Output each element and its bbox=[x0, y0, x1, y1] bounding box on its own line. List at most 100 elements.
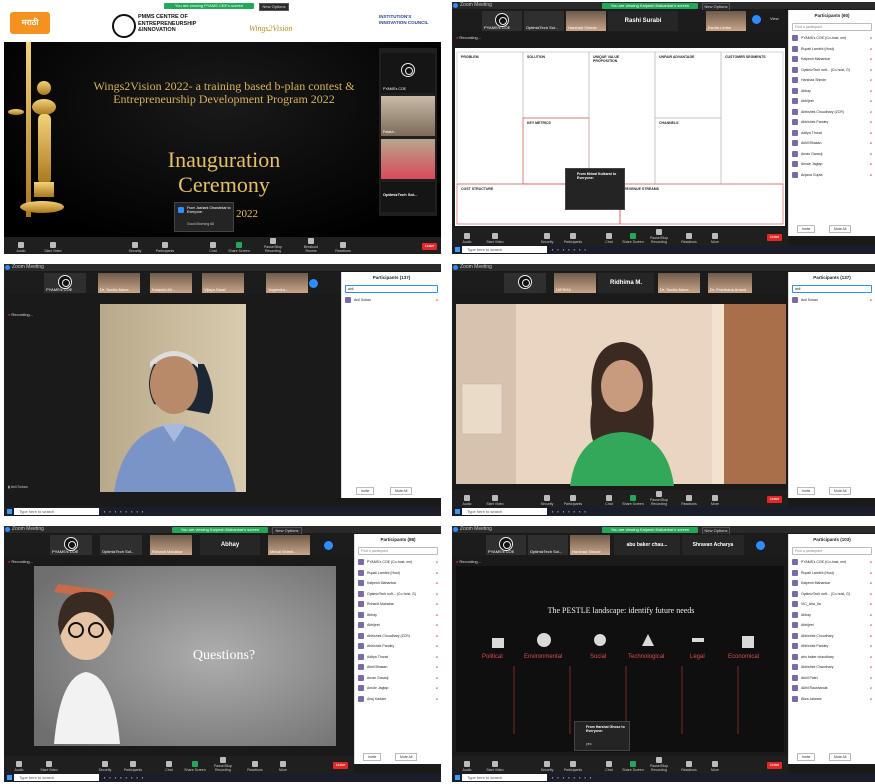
invite-button[interactable]: Invite bbox=[797, 225, 816, 233]
sidebar-tile-optimiztech[interactable]: OptimizTech Sol... bbox=[381, 182, 435, 212]
mute-all-button[interactable]: Mute All bbox=[829, 487, 852, 495]
muted-mic-icon[interactable]: ⌀ bbox=[870, 173, 872, 177]
windows-start-icon[interactable] bbox=[7, 775, 12, 780]
participant-row[interactable]: VIC_Aha_ba ⌀ bbox=[789, 599, 875, 610]
participant-row[interactable]: Amole Jagtap ⌀ bbox=[355, 683, 441, 694]
reactions-button[interactable]: Reactions bbox=[678, 495, 700, 506]
participant-row[interactable]: Akhil Bhasan ⌀ bbox=[355, 662, 441, 673]
windows-start-icon[interactable] bbox=[455, 509, 460, 514]
muted-mic-icon[interactable]: ⌀ bbox=[870, 665, 872, 669]
more-button[interactable]: More bbox=[704, 233, 726, 244]
participant-row[interactable]: OptimizTech soft... (Co-host, G) ⌀ bbox=[355, 589, 441, 600]
chat-button[interactable]: Chat bbox=[598, 761, 620, 772]
muted-mic-icon[interactable]: ⌀ bbox=[870, 131, 872, 135]
participant-row[interactable]: Abhishek Chaudhary ⌀ bbox=[789, 662, 875, 673]
start-video-button[interactable]: Start Video bbox=[484, 233, 506, 244]
muted-mic-icon[interactable]: ⌀ bbox=[436, 676, 438, 680]
more-button[interactable]: More bbox=[704, 495, 726, 506]
participant-search[interactable]: anil bbox=[792, 285, 872, 293]
participant-row[interactable]: Akhil Bhasan ⌀ bbox=[789, 138, 875, 149]
share-screen-button[interactable]: Share Screen bbox=[622, 233, 644, 244]
muted-mic-icon[interactable]: ⌀ bbox=[870, 47, 872, 51]
muted-mic-icon[interactable]: ⌀ bbox=[436, 613, 438, 617]
participant-row[interactable]: Abhay ⌀ bbox=[355, 610, 441, 621]
muted-mic-icon[interactable]: ⌀ bbox=[870, 676, 872, 680]
leave-button[interactable]: Leave bbox=[767, 762, 782, 769]
participant-row[interactable]: PYAMS's COE (Co-host, me) ⌀ bbox=[355, 557, 441, 568]
taskbar-app-icons[interactable]: ▪▪▪▪▪▪▪▪ bbox=[104, 509, 147, 514]
participant-row[interactable]: Harshad Shinde ⌀ bbox=[789, 75, 875, 86]
muted-mic-icon[interactable]: ⌀ bbox=[870, 68, 872, 72]
participant-row[interactable]: Aliza Jatwani ⌀ bbox=[789, 694, 875, 705]
participant-row[interactable]: Anjana Gupta ⌀ bbox=[789, 170, 875, 181]
participant-row[interactable]: Kalpesh Mahankar ⌀ bbox=[355, 578, 441, 589]
participant-row[interactable]: OptimizTech soft... (Co-host, G) ⌀ bbox=[789, 65, 875, 76]
muted-mic-icon[interactable]: ⌀ bbox=[870, 634, 872, 638]
participant-row[interactable]: Abhijeet ⌀ bbox=[789, 620, 875, 631]
muted-mic-icon[interactable]: ⌀ bbox=[436, 581, 438, 585]
share-screen-button[interactable]: Share Screen bbox=[184, 761, 206, 772]
security-button[interactable]: Security bbox=[536, 761, 558, 772]
taskbar-search[interactable]: Type here to search bbox=[462, 246, 547, 253]
participant-row[interactable]: PYAMS's COE (Co-host, me) ⌀ bbox=[789, 33, 875, 44]
muted-mic-icon[interactable]: ⌀ bbox=[870, 581, 872, 585]
participant-row[interactable]: Abhishek Choudhary (ZCR) ⌀ bbox=[789, 107, 875, 118]
taskbar-search[interactable]: Type here to search bbox=[462, 508, 547, 515]
more-button[interactable]: More bbox=[704, 761, 726, 772]
participant-row[interactable]: Abhay ⌀ bbox=[789, 86, 875, 97]
participant-row[interactable]: Amole Jagtap ⌀ bbox=[789, 159, 875, 170]
participant-row[interactable]: Aman Garanji ⌀ bbox=[789, 149, 875, 160]
participants-button[interactable]: Participants bbox=[562, 233, 584, 244]
muted-mic-icon[interactable]: ⌀ bbox=[436, 592, 438, 596]
mute-all-button[interactable]: Mute All bbox=[395, 753, 418, 761]
muted-mic-icon[interactable]: ⌀ bbox=[870, 99, 872, 103]
muted-mic-icon[interactable]: ⌀ bbox=[870, 298, 872, 302]
start-video-button[interactable]: Start Video bbox=[484, 761, 506, 772]
muted-mic-icon[interactable]: ⌀ bbox=[436, 571, 438, 575]
muted-mic-icon[interactable]: ⌀ bbox=[870, 78, 872, 82]
chat-button[interactable]: Chat bbox=[598, 495, 620, 506]
sidebar-tile-speaker-2[interactable] bbox=[381, 139, 435, 179]
muted-mic-icon[interactable]: ⌀ bbox=[436, 298, 438, 302]
audio-button[interactable]: Audio bbox=[456, 233, 478, 244]
chat-popup[interactable]: From Mrinal Kulkarni to Everyone: bbox=[565, 168, 625, 210]
participant-row[interactable]: Rohanit Mahabar ⌀ bbox=[355, 599, 441, 610]
windows-start-icon[interactable] bbox=[7, 509, 12, 514]
taskbar-app-icons[interactable]: ▪▪▪▪▪▪▪▪ bbox=[552, 775, 595, 780]
participant-row[interactable]: abu baker chaudhary ⌀ bbox=[789, 652, 875, 663]
more-button[interactable]: More bbox=[272, 761, 294, 772]
taskbar-search[interactable]: Type here to search bbox=[462, 774, 547, 781]
reactions-button[interactable]: Reactions bbox=[244, 761, 266, 772]
muted-mic-icon[interactable]: ⌀ bbox=[870, 697, 872, 701]
participant-search[interactable]: Find a participant bbox=[358, 547, 438, 555]
leave-button[interactable]: Leave bbox=[422, 243, 437, 250]
muted-mic-icon[interactable]: ⌀ bbox=[870, 110, 872, 114]
participants-button[interactable]: Participants bbox=[562, 495, 584, 506]
muted-mic-icon[interactable]: ⌀ bbox=[436, 697, 438, 701]
chat-button[interactable]: Chat bbox=[158, 761, 180, 772]
participant-row[interactable]: Abhijeet ⌀ bbox=[789, 96, 875, 107]
recording-button[interactable]: Pause/Stop Recording bbox=[648, 757, 670, 772]
muted-mic-icon[interactable]: ⌀ bbox=[870, 152, 872, 156]
start-video-button[interactable]: Start Video bbox=[38, 761, 60, 772]
participant-row[interactable]: Aditya Thorat ⌀ bbox=[355, 652, 441, 663]
chat-button[interactable]: Chat bbox=[202, 242, 224, 253]
breakout-rooms-button[interactable]: Breakout Rooms bbox=[300, 238, 322, 253]
leave-button[interactable]: Leave bbox=[333, 762, 348, 769]
participant-row[interactable]: Rupali Lambhi (Host) ⌀ bbox=[789, 568, 875, 579]
invite-button[interactable]: Invite bbox=[363, 753, 382, 761]
muted-mic-icon[interactable]: ⌀ bbox=[870, 162, 872, 166]
participant-search[interactable]: Find a participant bbox=[792, 23, 872, 31]
security-button[interactable]: Security bbox=[536, 233, 558, 244]
taskbar-app-icons[interactable]: ▪▪▪▪▪▪▪ bbox=[552, 247, 590, 252]
participant-row[interactable]: Kalpesh Mahankar ⌀ bbox=[789, 54, 875, 65]
participant-row[interactable]: Aditya Thorat ⌀ bbox=[789, 128, 875, 139]
taskbar-search[interactable]: Type here to search bbox=[14, 774, 99, 781]
sidebar-tile-speaker-1[interactable]: Palakh... bbox=[381, 96, 435, 136]
participant-row[interactable]: Akhil Patel ⌀ bbox=[789, 673, 875, 684]
security-button[interactable]: Security bbox=[124, 242, 146, 253]
taskbar-app-icons[interactable]: ▪▪▪▪▪▪▪ bbox=[552, 509, 590, 514]
participant-row[interactable]: Rupali Lambhi (Host) ⌀ bbox=[789, 44, 875, 55]
security-button[interactable]: Security bbox=[536, 495, 558, 506]
taskbar-app-icons[interactable]: ▪▪▪▪▪▪▪▪ bbox=[104, 775, 147, 780]
